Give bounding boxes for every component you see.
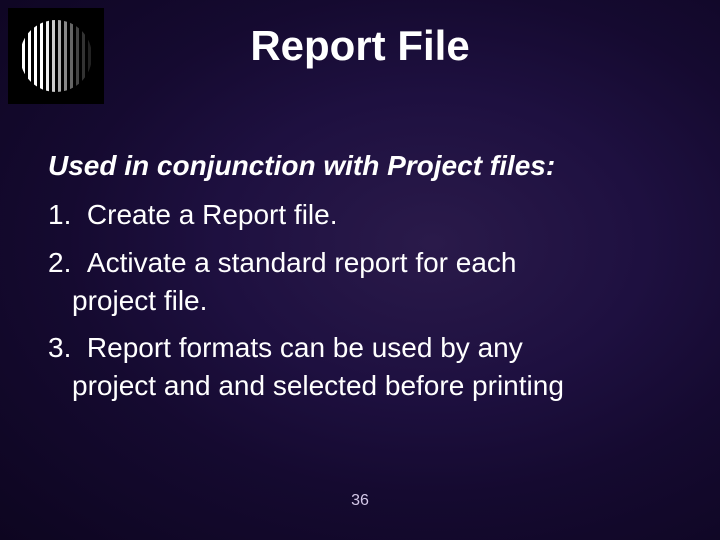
- slide-subtitle: Used in conjunction with Project files:: [48, 150, 680, 182]
- list-number: 1.: [48, 199, 71, 230]
- list-item: 1. Create a Report file.: [48, 196, 680, 234]
- vertical-blinds-circle-icon: [17, 17, 95, 95]
- list-text: Create a Report file.: [87, 199, 338, 230]
- list-item: 3. Report formats can be used by any pro…: [48, 329, 680, 405]
- list-text: Report formats can be used by any: [87, 332, 523, 363]
- list-item: 2. Activate a standard report for each p…: [48, 244, 680, 320]
- slide-body: Used in conjunction with Project files: …: [48, 150, 680, 415]
- slide-title: Report File: [250, 22, 469, 70]
- list-text-cont: project and and selected before printing: [48, 367, 680, 405]
- page-number: 36: [351, 492, 369, 510]
- list-text-cont: project file.: [48, 282, 680, 320]
- list-number: 3.: [48, 332, 71, 363]
- list-text: Activate a standard report for each: [87, 247, 517, 278]
- list-number: 2.: [48, 247, 71, 278]
- slide-logo: [8, 8, 104, 104]
